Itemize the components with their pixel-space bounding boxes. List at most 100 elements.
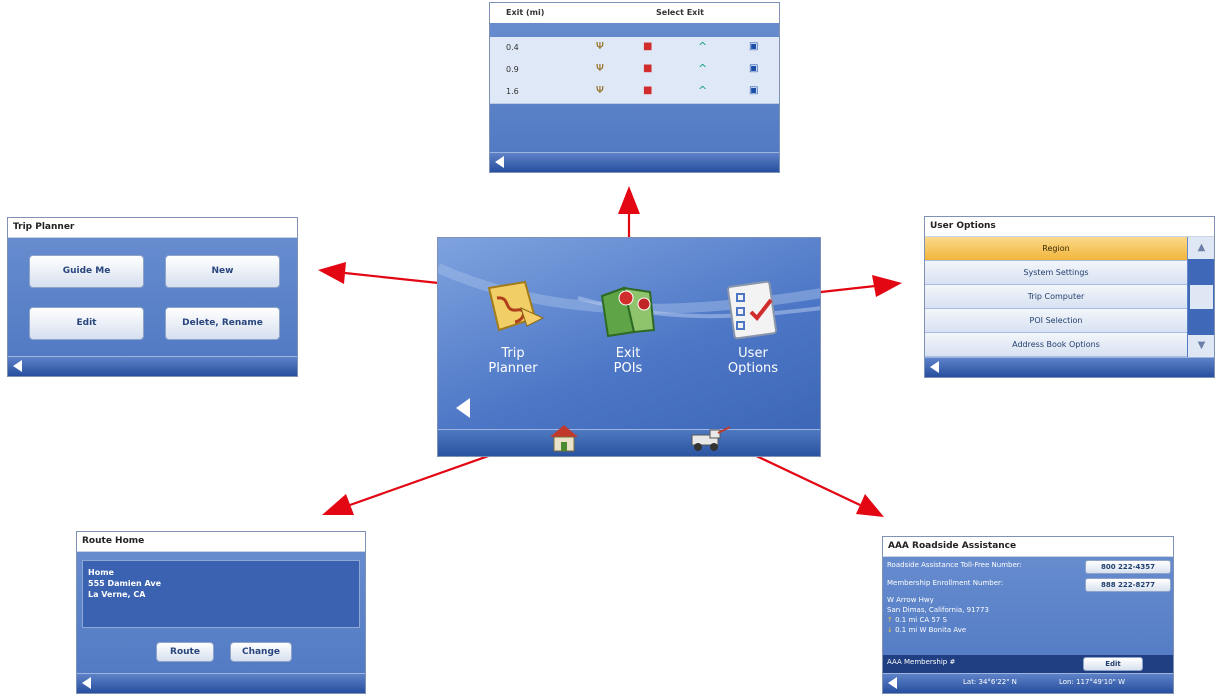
- trip-planner-bottom-bar: [8, 356, 297, 376]
- exit-col-label: Exit: [506, 8, 524, 17]
- guide-me-button[interactable]: Guide Me: [29, 255, 144, 288]
- address-line-3: La Verne, CA: [88, 590, 146, 599]
- trip-planner-icon: [487, 280, 545, 332]
- food-icon[interactable]: Ψ: [596, 85, 604, 96]
- aaa-roadside-screen: AAA Roadside Assistance Roadside Assista…: [882, 536, 1174, 694]
- route-button[interactable]: Route: [156, 642, 214, 662]
- trip-planner-title: Trip Planner: [8, 218, 297, 238]
- location-3-text: 0.1 mi CA 57 S: [895, 616, 947, 624]
- membership-bar: AAA Membership # Edit: [883, 655, 1173, 673]
- user-options-screen: User Options Region System Settings Trip…: [924, 216, 1215, 378]
- trip-planner-screen: Trip Planner Guide Me New Edit Delete, R…: [7, 217, 298, 377]
- arrow-head-trip-planner: [318, 262, 346, 284]
- lodging-icon[interactable]: ^: [698, 62, 707, 75]
- user-options-bottom-bar: [925, 357, 1214, 377]
- back-button[interactable]: [930, 361, 939, 373]
- back-button[interactable]: [82, 677, 91, 689]
- location-line-2: San Dimas, California, 91773: [887, 606, 989, 614]
- tollfree-label: Roadside Assistance Toll-Free Number:: [887, 561, 1022, 569]
- exit-bottom-bar: [490, 152, 779, 172]
- location-line-4: ↓ 0.1 mi W Bonita Ave: [883, 625, 1173, 635]
- food-icon[interactable]: Ψ: [596, 41, 604, 52]
- aaa-bottom-bar: Lat: 34°6'22" N Lon: 117°49'10" W: [883, 673, 1173, 693]
- option-region[interactable]: Region: [925, 237, 1187, 261]
- gas-icon[interactable]: ■: [643, 85, 652, 96]
- arrow-head-aaa: [856, 494, 884, 517]
- user-options-title: User Options: [925, 217, 1214, 237]
- option-poi-selection[interactable]: POI Selection: [925, 309, 1187, 333]
- exit-pois-label-1: Exit: [615, 346, 641, 361]
- user-options-icon: [726, 280, 778, 340]
- exit-pois-screen: Exit (mi) Select Exit 0.4 Ψ ■ ^ ▣ 0.9 Ψ …: [489, 2, 780, 173]
- home-address-box: Home 555 Damien Ave La Verne, CA: [82, 560, 360, 628]
- main-bottom-bar: [438, 429, 820, 456]
- exit-row[interactable]: 1.6 Ψ ■ ^ ▣: [490, 81, 779, 104]
- delete-rename-button[interactable]: Delete, Rename: [165, 307, 280, 340]
- trip-planner-label-2: Planner: [488, 361, 538, 376]
- exit-pois-menu-item[interactable]: Exit POIs: [588, 278, 668, 388]
- tow-truck-icon[interactable]: [688, 425, 732, 453]
- arrow-head-route-home: [322, 494, 354, 515]
- back-button[interactable]: [13, 360, 22, 372]
- enroll-label: Membership Enrollment Number:: [887, 579, 1004, 587]
- new-button[interactable]: New: [165, 255, 280, 288]
- back-button[interactable]: [888, 677, 897, 689]
- trip-planner-label-1: Trip: [501, 346, 525, 361]
- direction-down-icon: ↓: [887, 626, 893, 634]
- back-button[interactable]: [495, 156, 504, 168]
- exit-pois-icon: [600, 286, 656, 338]
- location-line-1: W Arrow Hwy: [887, 596, 934, 604]
- exit-row[interactable]: 0.9 Ψ ■ ^ ▣: [490, 59, 779, 82]
- membership-label: AAA Membership #: [887, 658, 956, 666]
- home-icon[interactable]: [546, 421, 582, 455]
- scroll-up-button[interactable]: ▲: [1188, 237, 1214, 259]
- exit-col-unit: (mi): [526, 8, 545, 17]
- route-home-bottom-bar: [77, 673, 365, 693]
- latitude-readout: Lat: 34°6'22" N: [963, 678, 1017, 686]
- exit-header: Exit (mi) Select Exit: [490, 3, 779, 23]
- gas-icon[interactable]: ■: [643, 41, 652, 52]
- select-exit-label: Select Exit: [656, 8, 704, 17]
- arrow-head-exit: [618, 186, 640, 214]
- edit-button[interactable]: Edit: [29, 307, 144, 340]
- route-home-screen: Route Home Home 555 Damien Ave La Verne,…: [76, 531, 366, 694]
- change-button[interactable]: Change: [230, 642, 292, 662]
- main-menu-screen: Trip Planner Exit POIs User Options: [437, 237, 821, 457]
- exit-row[interactable]: 0.4 Ψ ■ ^ ▣: [490, 37, 779, 60]
- enroll-number-button[interactable]: 888 222-8277: [1085, 578, 1171, 592]
- exit-pois-label-2: POIs: [613, 361, 643, 376]
- back-button[interactable]: [456, 398, 470, 418]
- longitude-readout: Lon: 117°49'10" W: [1059, 678, 1126, 686]
- scroll-down-button[interactable]: ▼: [1188, 335, 1214, 357]
- gas-icon[interactable]: ■: [643, 63, 652, 74]
- direction-up-icon: ↑: [887, 616, 893, 624]
- more-icon[interactable]: ▣: [749, 41, 758, 52]
- more-icon[interactable]: ▣: [749, 63, 758, 74]
- location-line-3: ↑ 0.1 mi CA 57 S: [883, 615, 1173, 625]
- more-icon[interactable]: ▣: [749, 85, 758, 96]
- user-options-label-1: User: [738, 346, 768, 361]
- user-options-label-2: Options: [727, 361, 779, 376]
- exit-distance: 1.6: [506, 87, 519, 96]
- option-trip-computer[interactable]: Trip Computer: [925, 285, 1187, 309]
- route-home-title: Route Home: [77, 532, 365, 552]
- scrollbar[interactable]: ▲ ▼: [1188, 237, 1214, 357]
- tollfree-number-button[interactable]: 800 222-4357: [1085, 560, 1171, 574]
- arrow-to-trip-planner: [344, 271, 449, 286]
- address-line-2: 555 Damien Ave: [88, 579, 162, 588]
- aaa-title: AAA Roadside Assistance: [883, 537, 1173, 557]
- user-options-menu-item[interactable]: User Options: [708, 278, 798, 388]
- food-icon[interactable]: Ψ: [596, 63, 604, 74]
- location-4-text: 0.1 mi W Bonita Ave: [895, 626, 967, 634]
- trip-planner-menu-item[interactable]: Trip Planner: [473, 278, 553, 388]
- option-address-book[interactable]: Address Book Options: [925, 333, 1187, 357]
- address-line-1: Home: [88, 568, 114, 577]
- exit-distance: 0.9: [506, 65, 519, 74]
- arrow-head-user-options: [872, 275, 902, 297]
- membership-edit-button[interactable]: Edit: [1083, 657, 1143, 671]
- scroll-thumb[interactable]: [1190, 285, 1213, 309]
- lodging-icon[interactable]: ^: [698, 84, 707, 97]
- exit-distance: 0.4: [506, 43, 519, 52]
- option-system-settings[interactable]: System Settings: [925, 261, 1187, 285]
- lodging-icon[interactable]: ^: [698, 40, 707, 53]
